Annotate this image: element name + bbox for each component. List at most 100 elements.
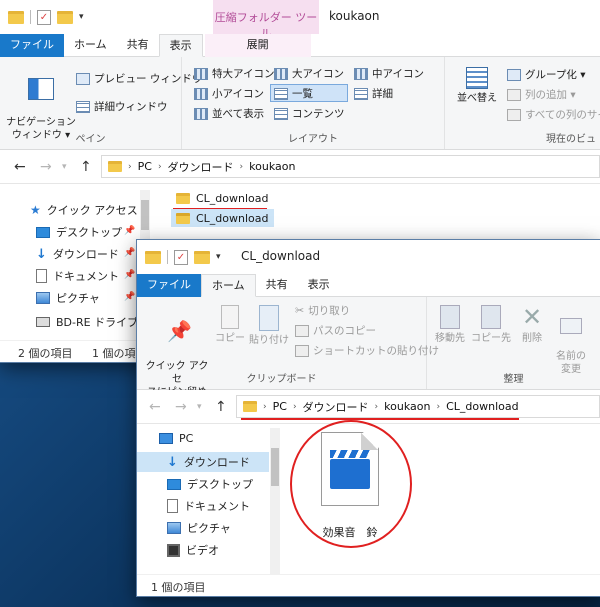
title-bar[interactable]: ✓ ▾ 圧縮フォルダー ツール koukaon <box>0 0 600 40</box>
size-columns-button[interactable]: すべての列のサイ <box>507 107 600 122</box>
address-row: ← → ▾ ↑ › PC › ダウンロード › koukaon <box>0 150 600 184</box>
breadcrumb-koukaon[interactable]: koukaon <box>384 400 430 413</box>
list-icon <box>274 87 288 100</box>
copy-button[interactable]: コピー <box>215 305 245 345</box>
paste-shortcut-icon <box>295 344 309 357</box>
pin-icon[interactable]: 📌 <box>124 226 135 236</box>
breadcrumb-downloads[interactable]: ダウンロード <box>303 399 369 415</box>
tab-view[interactable]: 表示 <box>298 274 340 297</box>
scroll-thumb[interactable] <box>271 448 279 486</box>
back-arrow-icon[interactable]: ← <box>14 159 26 175</box>
panes-group: ナビゲーション ウィンドウ ▾ プレビュー ウィンドウ 詳細ウィンドウ ペイン <box>0 57 202 149</box>
layout-content[interactable]: コンテンツ <box>274 106 345 121</box>
breadcrumb-downloads[interactable]: ダウンロード <box>168 159 234 175</box>
group-by-button[interactable]: グループ化 ▾ <box>507 67 585 82</box>
scroll-thumb[interactable] <box>141 200 149 230</box>
sort-by-button[interactable]: 並べ替え <box>455 67 499 105</box>
customize-toolbar-icon[interactable]: ▾ <box>216 252 221 262</box>
layout-details[interactable]: 詳細 <box>354 86 393 101</box>
address-bar[interactable]: › PC › ダウンロード › koukaon <box>101 155 600 178</box>
nav-label: ダウンロード <box>52 248 119 261</box>
tab-file[interactable]: ファイル <box>137 274 201 297</box>
pin-icon[interactable]: 📌 <box>124 248 135 258</box>
breadcrumb-pc[interactable]: PC <box>138 160 152 173</box>
copy-to-icon <box>481 305 501 329</box>
pictures-icon <box>167 522 181 534</box>
tab-home[interactable]: ホーム <box>201 274 256 297</box>
layout-label: 詳細 <box>372 88 393 100</box>
copy-label: コピー <box>215 333 245 344</box>
tiles-icon <box>194 107 208 120</box>
copy-path-button[interactable]: パスのコピー <box>295 323 376 338</box>
small-icons-icon <box>194 87 208 100</box>
cut-label: 切り取り <box>308 305 351 317</box>
properties-icon[interactable]: ✓ <box>174 249 188 265</box>
copy-to-button[interactable]: コピー先 <box>471 305 511 345</box>
folder-icon <box>176 192 190 204</box>
tab-extract[interactable]: 展開 <box>204 34 311 57</box>
breadcrumb-koukaon[interactable]: koukaon <box>249 160 295 173</box>
nav-pictures[interactable]: ピクチャ <box>167 520 231 536</box>
tab-view[interactable]: 表示 <box>158 34 203 57</box>
layout-extra-large-icons[interactable]: 特大アイコン <box>194 66 274 81</box>
layout-medium-icons[interactable]: 中アイコン <box>354 66 424 81</box>
nav-label: ピクチャ <box>187 522 231 535</box>
delete-button[interactable]: ✕ 削除 <box>515 305 549 345</box>
file-row[interactable]: CL_download <box>171 189 274 207</box>
nav-desktop[interactable]: デスクトップ <box>36 224 122 240</box>
properties-icon[interactable]: ✓ <box>37 9 51 25</box>
nav-documents[interactable]: ドキュメント <box>36 268 119 284</box>
address-bar[interactable]: › PC › ダウンロード › koukaon › CL_download <box>236 395 600 418</box>
medium-icons-icon <box>354 67 368 80</box>
file-row-selected[interactable]: CL_download <box>171 209 274 227</box>
red-underline-annotation <box>241 418 519 420</box>
explorer-window-cl-download[interactable]: ✓ ▾ CL_download ファイル ホーム 共有 表示 📌 クイック アク… <box>137 240 600 596</box>
layout-list[interactable]: 一覧 <box>274 86 313 101</box>
nav-pictures[interactable]: ピクチャ <box>36 290 100 306</box>
title-bar[interactable]: ✓ ▾ CL_download <box>137 240 600 274</box>
up-arrow-icon[interactable]: ↑ <box>80 159 92 175</box>
window-title: koukaon <box>329 9 380 23</box>
nav-pc[interactable]: PC <box>159 432 193 445</box>
nav-downloads[interactable]: ↓ ダウンロード <box>36 246 119 262</box>
recent-dropdown-icon[interactable]: ▾ <box>62 162 67 172</box>
delete-x-icon: ✕ <box>521 303 543 331</box>
breadcrumb-pc[interactable]: PC <box>273 400 287 413</box>
nav-quick-access[interactable]: ★ クイック アクセス <box>30 202 138 218</box>
cut-button[interactable]: ✂ 切り取り <box>295 303 350 318</box>
nav-downloads-selected[interactable]: ↓ ダウンロード <box>137 452 269 472</box>
nav-documents[interactable]: ドキュメント <box>167 498 250 514</box>
item-count: 1 個の項目 <box>151 581 206 594</box>
panes-group-label: ペイン <box>75 134 106 145</box>
new-folder-icon[interactable] <box>57 10 73 24</box>
pin-icon[interactable]: 📌 <box>124 292 135 302</box>
rename-button[interactable]: 名前の 変更 <box>551 305 591 376</box>
forward-arrow-icon[interactable]: → <box>175 399 187 415</box>
paste-shortcut-button[interactable]: ショートカットの貼り付け <box>295 343 439 358</box>
move-to-button[interactable]: 移動先 <box>431 305 469 345</box>
navigation-scrollbar[interactable] <box>270 428 280 574</box>
layout-small-icons[interactable]: 小アイコン <box>194 86 264 101</box>
recent-dropdown-icon[interactable]: ▾ <box>197 402 202 412</box>
customize-toolbar-icon[interactable]: ▾ <box>79 12 84 22</box>
new-folder-icon[interactable] <box>194 250 210 264</box>
up-arrow-icon[interactable]: ↑ <box>215 399 227 415</box>
desktop-icon <box>167 478 181 490</box>
layout-large-icons[interactable]: 大アイコン <box>274 66 344 81</box>
add-columns-label: 列の追加 ▾ <box>525 89 576 101</box>
preview-pane-icon <box>76 72 90 85</box>
forward-arrow-icon[interactable]: → <box>40 159 52 175</box>
paste-button[interactable]: 貼り付け <box>249 305 289 347</box>
tab-share[interactable]: 共有 <box>256 274 298 297</box>
back-arrow-icon[interactable]: ← <box>149 399 161 415</box>
tab-home[interactable]: ホーム <box>64 34 117 57</box>
add-columns-button[interactable]: 列の追加 ▾ <box>507 87 576 102</box>
nav-videos[interactable]: ビデオ <box>167 542 219 558</box>
layout-tiles[interactable]: 並べて表示 <box>194 106 264 121</box>
nav-desktop[interactable]: デスクトップ <box>167 476 253 492</box>
tab-file[interactable]: ファイル <box>0 34 64 57</box>
pin-icon[interactable]: 📌 <box>124 270 135 280</box>
breadcrumb-cl-download[interactable]: CL_download <box>446 400 519 413</box>
details-pane-button[interactable]: 詳細ウィンドウ <box>76 99 168 114</box>
tab-share[interactable]: 共有 <box>117 34 159 57</box>
